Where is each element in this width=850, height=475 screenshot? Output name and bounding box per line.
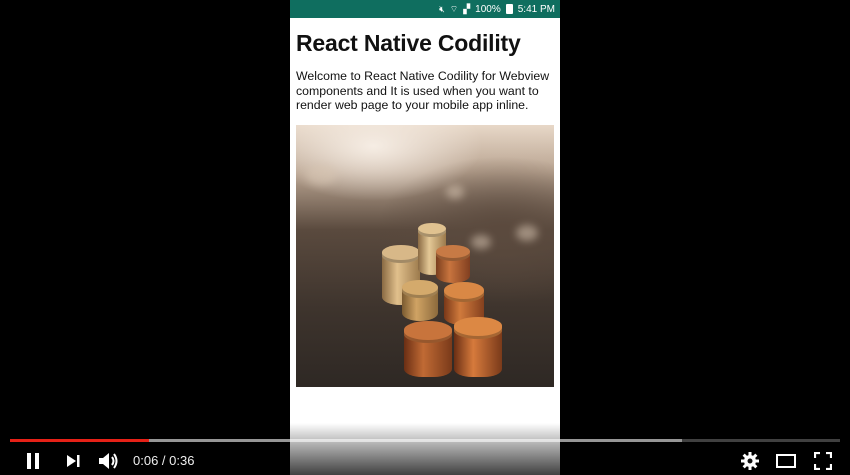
fullscreen-button[interactable]	[812, 450, 834, 472]
next-icon	[67, 455, 80, 467]
pause-icon	[27, 453, 39, 469]
battery-percent: 100%	[475, 3, 501, 15]
pause-button[interactable]	[22, 450, 44, 472]
volume-button[interactable]	[97, 450, 121, 472]
page-title: React Native Codility	[296, 30, 521, 56]
theater-mode-button[interactable]	[775, 450, 797, 472]
mute-icon: 🔇︎	[439, 3, 445, 14]
controls-gradient	[0, 423, 850, 475]
progress-bar[interactable]	[10, 439, 840, 442]
battery-icon	[505, 4, 513, 14]
theater-mode-icon	[776, 454, 796, 468]
duration: 0:36	[169, 453, 195, 468]
settings-button[interactable]	[739, 450, 761, 472]
fullscreen-icon	[814, 452, 832, 470]
volume-icon	[99, 453, 118, 469]
coins-image	[296, 124, 554, 387]
phone-screen: 🔇︎ ⌔ ▞ 100% 5:41 PM React Native Codilit…	[290, 0, 560, 475]
page-description: Welcome to React Native Codility for Web…	[296, 69, 550, 112]
wifi-icon: ⌔	[449, 3, 459, 14]
settings-icon	[741, 452, 759, 470]
time-display: 0:06 / 0:36	[133, 453, 194, 468]
status-time: 5:41 PM	[517, 3, 555, 15]
next-button[interactable]	[62, 450, 84, 472]
played-bar	[10, 439, 149, 442]
time-separator: /	[158, 453, 170, 468]
video-player[interactable]: 🔇︎ ⌔ ▞ 100% 5:41 PM React Native Codilit…	[0, 0, 850, 475]
status-bar: 🔇︎ ⌔ ▞ 100% 5:41 PM	[290, 0, 560, 18]
webview-content: React Native Codility Welcome to React N…	[290, 18, 560, 387]
current-time: 0:06	[133, 453, 159, 468]
signal-icon: ▞	[463, 3, 471, 14]
